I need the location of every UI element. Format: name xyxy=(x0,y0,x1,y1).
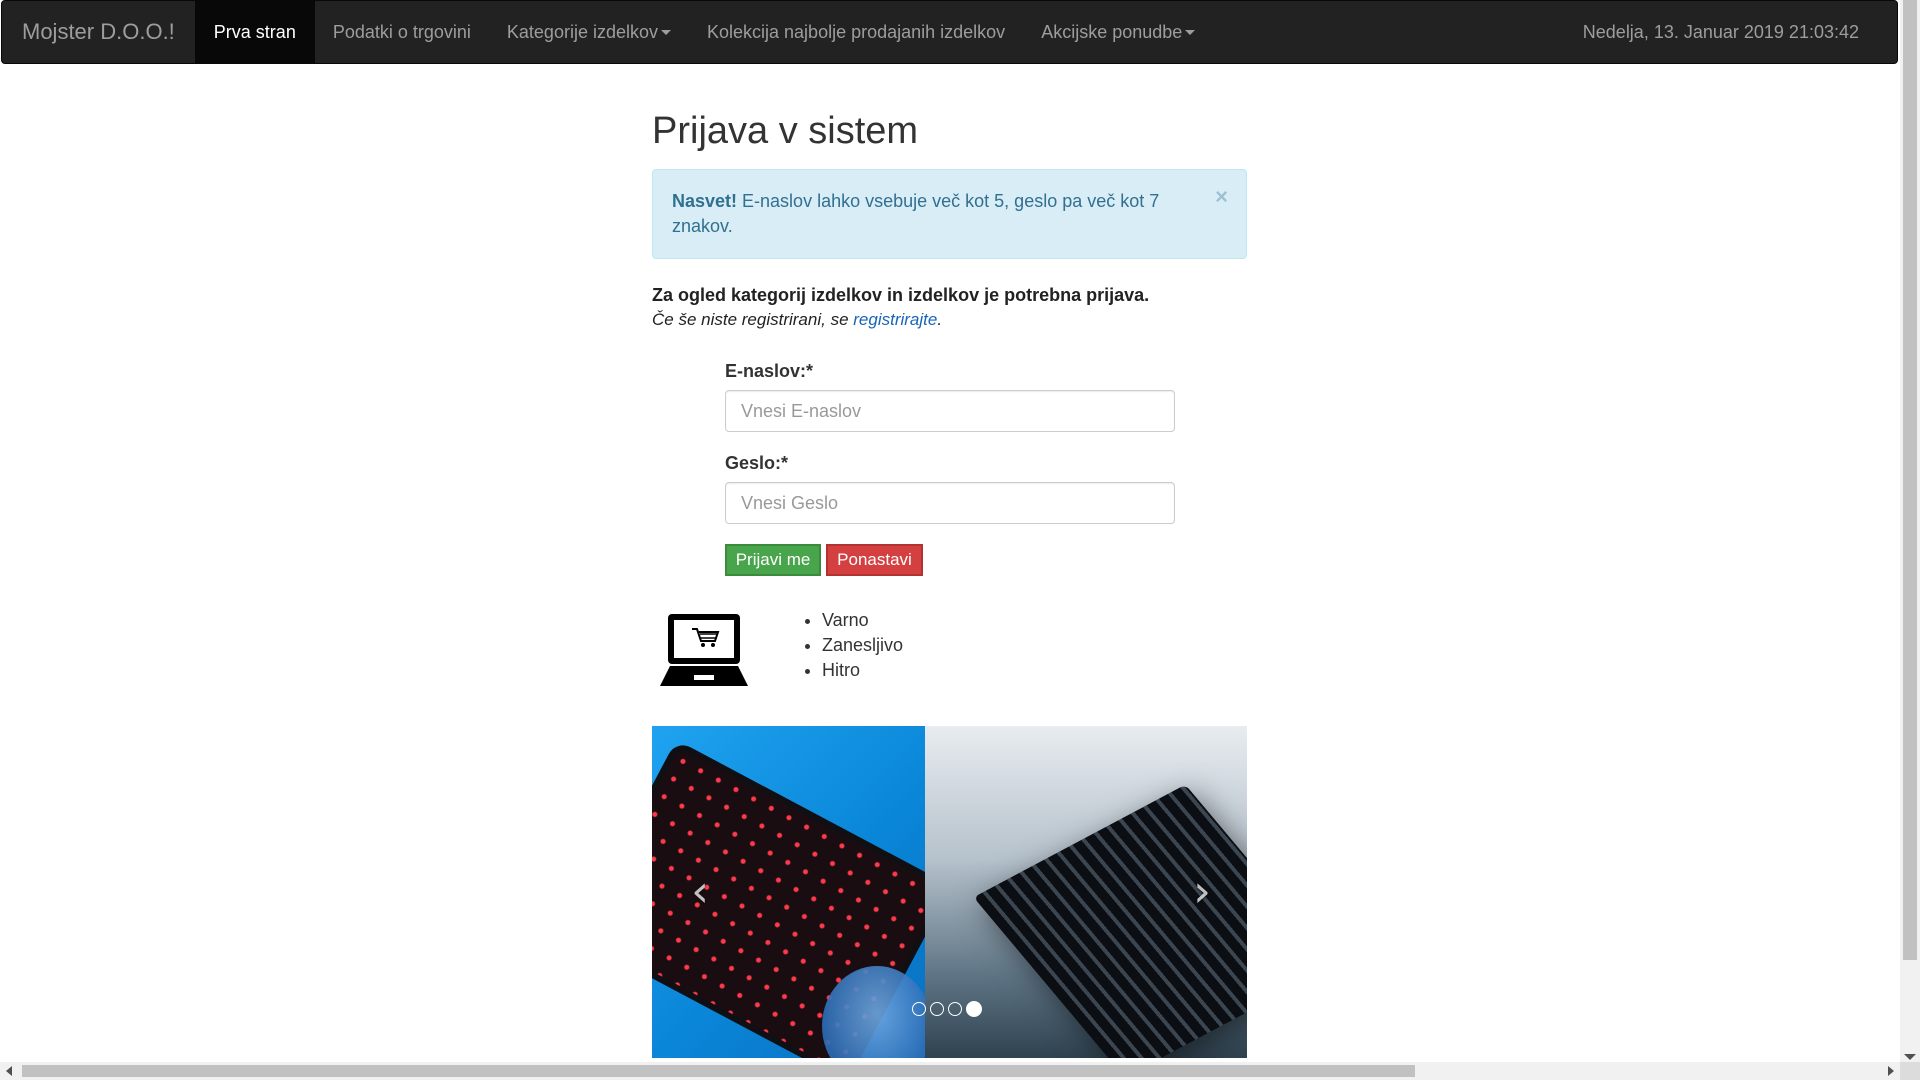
password-label: Geslo:* xyxy=(725,453,789,473)
alert-text: E-naslov lahko vsebuje več kot 5, geslo … xyxy=(672,191,1160,236)
nav-item-prva-stran[interactable]: Prva stran xyxy=(194,1,315,63)
list-item: Zanesljivo xyxy=(822,633,903,658)
horizontal-scrollbar[interactable] xyxy=(0,1062,1900,1080)
scroll-left-arrow-icon[interactable] xyxy=(6,1066,12,1076)
list-item: Varno xyxy=(822,608,903,633)
info-alert: Nasvet! E-naslov lahko vsebuje več kot 5… xyxy=(652,169,1247,259)
email-field[interactable] xyxy=(725,390,1175,432)
chevron-right-icon[interactable]: › xyxy=(1182,870,1222,914)
reset-button[interactable]: Ponastavi xyxy=(826,544,923,576)
carousel-indicator-2[interactable] xyxy=(930,1002,944,1016)
login-required-text: Za ogled kategorij izdelkov in izdelkov … xyxy=(652,285,1150,305)
scroll-down-arrow-icon[interactable] xyxy=(1904,1054,1916,1060)
login-button[interactable]: Prijavi me xyxy=(725,544,821,576)
features-list: Varno Zanesljivo Hitro xyxy=(802,608,903,683)
nav-item-akcijske-ponudbe[interactable]: Akcijske ponudbe xyxy=(1023,1,1213,63)
password-field[interactable] xyxy=(725,482,1175,524)
register-prompt: Če še niste registrirani, se registriraj… xyxy=(652,310,942,330)
scrollbar-corner xyxy=(1900,1062,1920,1080)
register-link[interactable]: registrirajte xyxy=(853,310,937,329)
scroll-right-arrow-icon[interactable] xyxy=(1888,1066,1894,1076)
nav-item-kategorije-izdelkov[interactable]: Kategorije izdelkov xyxy=(489,1,689,63)
vertical-scroll-thumb[interactable] xyxy=(1903,0,1917,960)
close-icon[interactable]: × xyxy=(1215,186,1228,208)
heatsink-graphic xyxy=(973,784,1247,1058)
image-carousel: ‹ › xyxy=(652,726,1247,1058)
carousel-indicator-4[interactable] xyxy=(966,1001,982,1017)
current-datetime: Nedelja, 13. Januar 2019 21:03:42 xyxy=(1582,21,1859,42)
list-item: Hitro xyxy=(822,658,903,683)
nav-item-label: Akcijske ponudbe xyxy=(1041,21,1183,42)
caret-down-icon xyxy=(1185,29,1196,35)
chevron-left-icon[interactable]: ‹ xyxy=(680,870,720,914)
laptop-cart-icon xyxy=(660,614,748,686)
brand-link[interactable]: Mojster D.O.O.! xyxy=(2,1,195,63)
email-label: E-naslov:* xyxy=(725,361,814,381)
nav-item-label: Kategorije izdelkov xyxy=(506,21,658,42)
carousel-indicators xyxy=(912,1001,982,1017)
alert-strong: Nasvet! xyxy=(672,191,738,211)
nav-item-podatki-o-trgovini[interactable]: Podatki o trgovini xyxy=(315,1,489,63)
caret-down-icon xyxy=(661,29,671,35)
vertical-scrollbar[interactable] xyxy=(1900,0,1920,1062)
carousel-indicator-1[interactable] xyxy=(912,1002,926,1016)
register-prompt-text: Če še niste registrirani, se xyxy=(652,310,854,329)
carousel-indicator-3[interactable] xyxy=(948,1002,962,1016)
nav-item-kolekcija[interactable]: Kolekcija najbolje prodajanih izdelkov xyxy=(689,1,1023,63)
page-title: Prijava v sistem xyxy=(652,110,919,152)
register-prompt-end: . xyxy=(937,310,943,329)
horizontal-scroll-thumb[interactable] xyxy=(22,1065,1415,1077)
top-navbar: Mojster D.O.O.! Prva stran Podatki o trg… xyxy=(1,0,1898,64)
